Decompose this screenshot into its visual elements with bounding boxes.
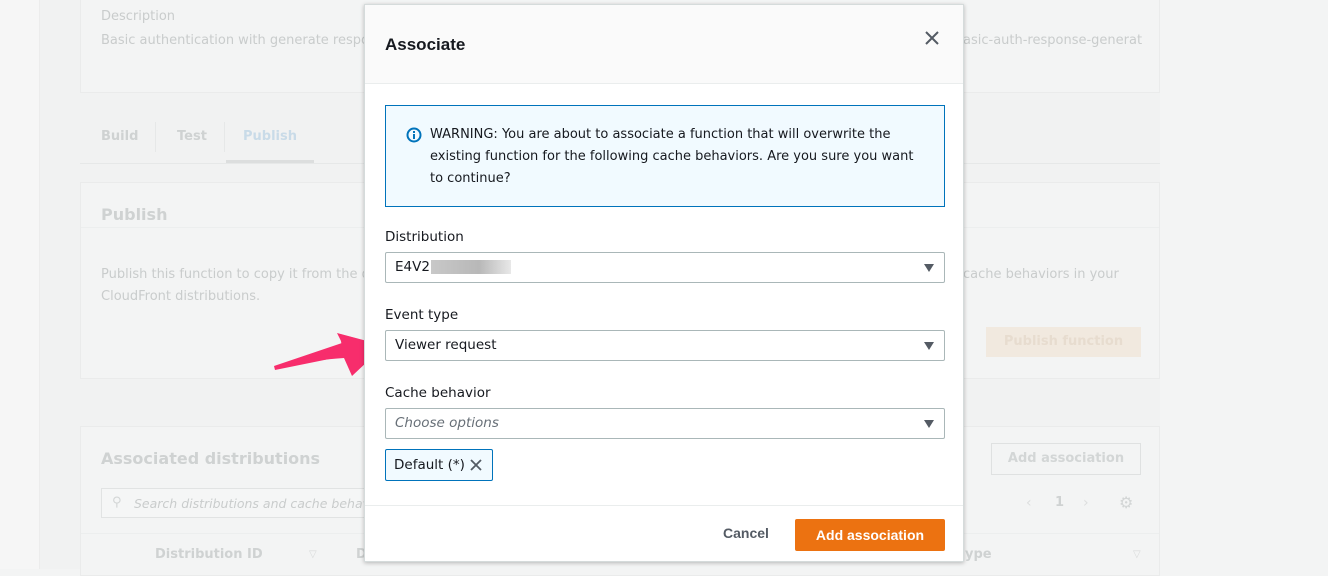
add-association-bg-button[interactable]: Add association (991, 443, 1141, 475)
publish-title: Publish (101, 205, 168, 224)
description-label: Description (101, 9, 176, 24)
name-value: asic-auth-response-generat (963, 33, 1143, 48)
distribution-value: E4V2 (395, 259, 430, 275)
col-distribution-id[interactable]: Distribution ID (155, 547, 263, 562)
associate-modal: Associate WARNING: You are about to asso… (364, 4, 964, 562)
col-type[interactable]: ype (965, 547, 992, 562)
assoc-title: Associated distributions (101, 449, 321, 468)
event-type-select[interactable]: Viewer request (385, 330, 945, 361)
close-icon[interactable] (921, 27, 943, 49)
left-strip (0, 0, 40, 569)
search-icon: ⚲ (112, 495, 122, 510)
search-placeholder: Search distributions and cache behav (134, 496, 370, 511)
publish-text-2: CloudFront distributions. (101, 289, 261, 304)
cache-behavior-select[interactable]: Choose options (385, 408, 945, 439)
prev-page-icon[interactable]: ‹ (1026, 495, 1032, 511)
settings-gear-icon[interactable]: ⚙ (1119, 493, 1133, 512)
event-type-label: Event type (385, 307, 459, 323)
cache-behavior-token: Default (*) (385, 449, 493, 481)
cache-behavior-label: Cache behavior (385, 385, 491, 401)
modal-footer: Cancel Add association (365, 505, 963, 562)
publish-function-button[interactable]: Publish function (986, 327, 1141, 357)
modal-title: Associate (385, 35, 466, 54)
distribution-select[interactable]: E4V2 (385, 252, 945, 283)
redacted-block (430, 260, 511, 274)
info-icon (406, 127, 422, 143)
modal-header: Associate (365, 5, 963, 84)
description-value: Basic authentication with generate respo… (101, 33, 378, 48)
sort-icon[interactable]: ▽ (1133, 549, 1141, 560)
publish-text-end: cache behaviors in your (963, 267, 1119, 282)
search-input[interactable]: ⚲ Search distributions and cache behav (101, 488, 401, 518)
next-page-icon[interactable]: › (1083, 495, 1089, 511)
tab-test[interactable]: Test (177, 129, 207, 144)
add-association-button[interactable]: Add association (795, 519, 945, 551)
page-number[interactable]: 1 (1055, 495, 1064, 510)
warning-alert: WARNING: You are about to associate a fu… (385, 105, 945, 207)
tab-publish[interactable]: Publish (226, 129, 314, 163)
caret-down-icon (924, 342, 934, 350)
warning-text: WARNING: You are about to associate a fu… (430, 127, 914, 186)
caret-down-icon (924, 420, 934, 428)
caret-down-icon (924, 264, 934, 272)
distribution-label: Distribution (385, 229, 464, 245)
cancel-button[interactable]: Cancel (711, 519, 781, 547)
cache-behavior-placeholder: Choose options (395, 415, 499, 431)
publish-text: Publish this function to copy it from th… (101, 267, 370, 282)
tab-build[interactable]: Build (101, 129, 138, 144)
sort-icon[interactable]: ▽ (309, 549, 317, 560)
remove-token-icon[interactable] (468, 457, 484, 473)
token-label: Default (*) (394, 457, 465, 473)
event-type-value: Viewer request (395, 337, 497, 353)
